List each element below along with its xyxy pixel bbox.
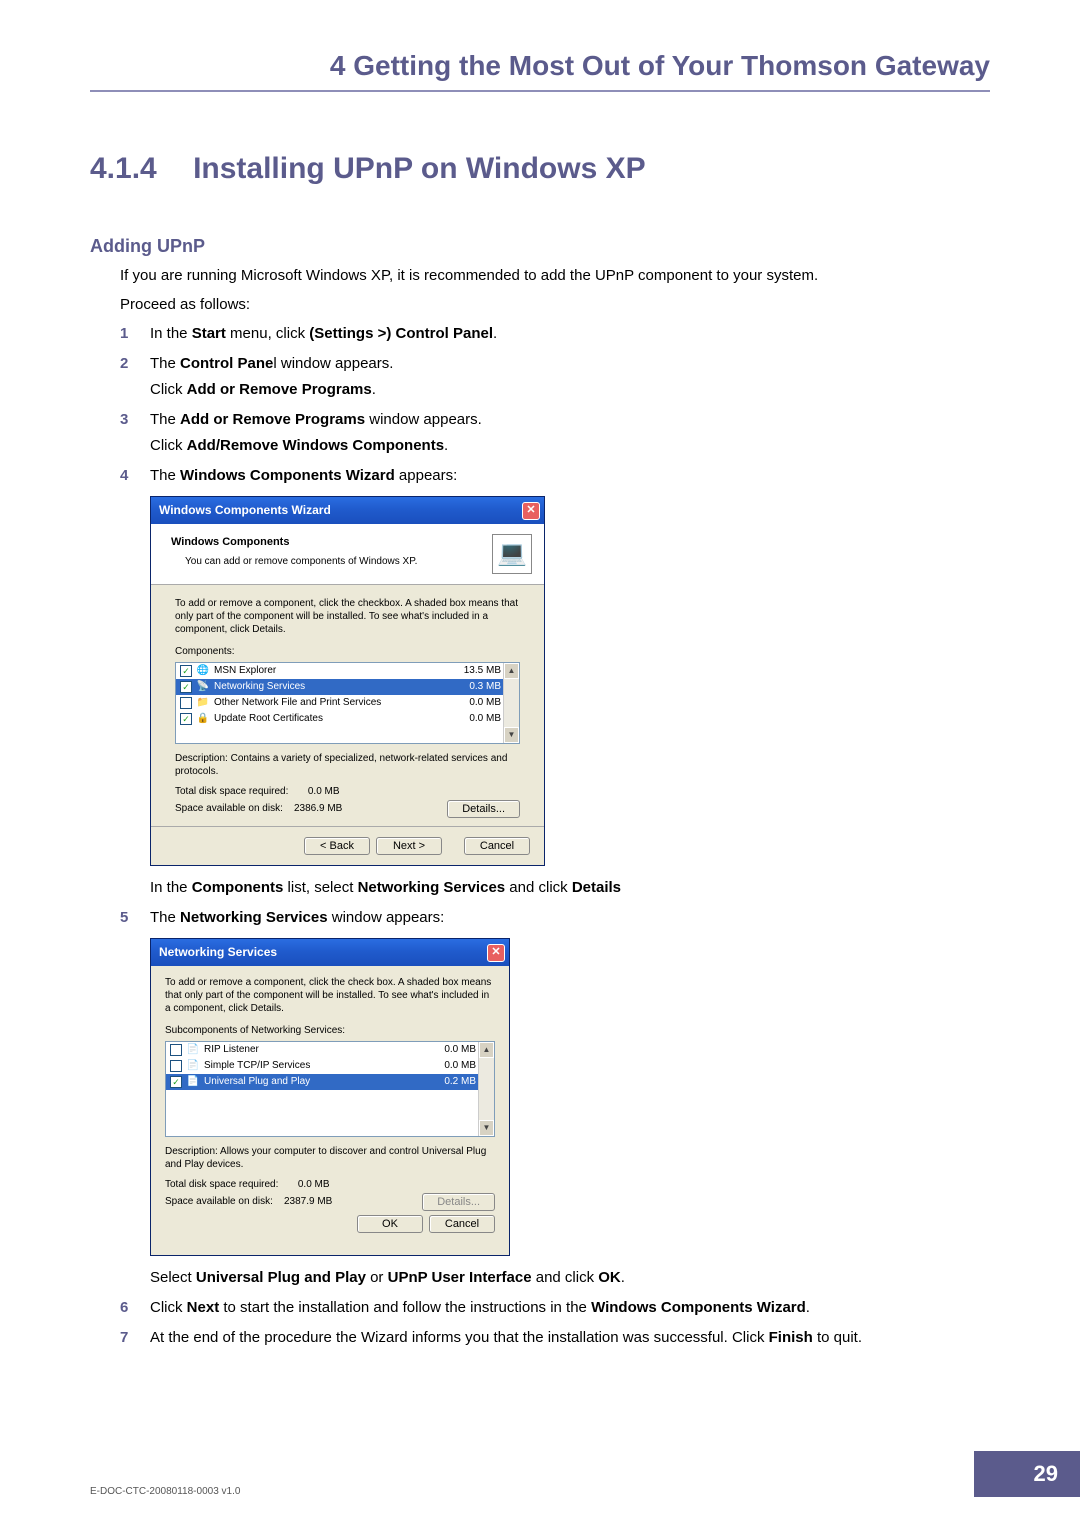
checkbox-icon[interactable]: ✓ (180, 681, 192, 693)
step-5: 5 The Networking Services window appears… (120, 906, 990, 1290)
scrollbar[interactable]: ▲ ▼ (478, 1042, 494, 1136)
close-icon[interactable]: ✕ (487, 944, 505, 962)
wizard-icon: 💻 (492, 534, 532, 574)
intro-paragraph-2: Proceed as follows: (120, 294, 990, 317)
components-listbox[interactable]: ✓ 🌐 MSN Explorer 13.5 MB ✓ 📡 Networking … (175, 662, 520, 744)
item-icon: 📄 (186, 1059, 200, 1073)
checkbox-icon[interactable]: ✓ (170, 1076, 182, 1088)
wizard-subtitle: You can add or remove components of Wind… (185, 554, 417, 570)
list-item[interactable]: ✓ 📄 Universal Plug and Play 0.2 MB (166, 1074, 494, 1090)
dialog-titlebar: Networking Services ✕ (151, 939, 509, 966)
dialog-title: Networking Services (159, 943, 277, 962)
checkbox-icon[interactable] (170, 1060, 182, 1072)
chapter-number: 4 (330, 50, 346, 81)
checkbox-icon[interactable] (180, 697, 192, 709)
item-icon: 📄 (186, 1075, 200, 1089)
intro-paragraph-1: If you are running Microsoft Windows XP,… (120, 265, 990, 288)
details-button[interactable]: Details... (447, 800, 520, 818)
windows-components-wizard-dialog: Windows Components Wizard ✕ Windows Comp… (150, 496, 545, 866)
cancel-button[interactable]: Cancel (464, 837, 530, 855)
page-number: 29 (974, 1451, 1080, 1497)
item-icon: 📡 (196, 680, 210, 694)
subhead-adding-upnp: Adding UPnP (90, 236, 990, 257)
step-7: 7 At the end of the procedure the Wizard… (120, 1326, 990, 1350)
section-title: Installing UPnP on Windows XP (193, 152, 646, 185)
checkbox-icon[interactable]: ✓ (180, 713, 192, 725)
checkbox-icon[interactable] (170, 1044, 182, 1056)
scroll-down-icon[interactable]: ▼ (479, 1120, 494, 1136)
item-icon: 🌐 (196, 664, 210, 678)
dialog-instructions: To add or remove a component, click the … (165, 976, 495, 1015)
list-item[interactable]: 📄 RIP Listener 0.0 MB (166, 1042, 494, 1058)
list-item[interactable]: ✓ 🌐 MSN Explorer 13.5 MB (176, 663, 519, 679)
steps-list: 1 In the Start menu, click (Settings >) … (120, 322, 990, 1350)
list-item[interactable]: 📁 Other Network File and Print Services … (176, 695, 519, 711)
step-3: 3 The Add or Remove Programs window appe… (120, 408, 990, 458)
chapter-header: 4 Getting the Most Out of Your Thomson G… (90, 50, 990, 92)
networking-services-dialog: Networking Services ✕ To add or remove a… (150, 938, 510, 1256)
components-label: Components: (175, 644, 520, 660)
scroll-up-icon[interactable]: ▲ (504, 663, 519, 679)
item-icon: 📄 (186, 1043, 200, 1057)
wizard-button-row: < Back Next > Cancel (151, 826, 544, 865)
wizard-header: Windows Components You can add or remove… (151, 524, 544, 585)
section-heading: 4.1.4 Installing UPnP on Windows XP (90, 152, 990, 186)
wizard-instructions: To add or remove a component, click the … (175, 597, 520, 636)
ok-button[interactable]: OK (357, 1215, 423, 1233)
cancel-button[interactable]: Cancel (429, 1215, 495, 1233)
disk-stats: Total disk space required: 0.0 MB Space … (175, 784, 342, 818)
list-item[interactable]: ✓ 📡 Networking Services 0.3 MB (176, 679, 519, 695)
back-button[interactable]: < Back (304, 837, 370, 855)
step-1: 1 In the Start menu, click (Settings >) … (120, 322, 990, 346)
scrollbar[interactable]: ▲ ▼ (503, 663, 519, 743)
description-row: Description: Allows your computer to dis… (165, 1145, 495, 1171)
close-icon[interactable]: ✕ (522, 502, 540, 520)
step-6: 6 Click Next to start the installation a… (120, 1296, 990, 1320)
subcomponents-listbox[interactable]: 📄 RIP Listener 0.0 MB 📄 Simple TCP/IP Se… (165, 1041, 495, 1137)
section-number: 4.1.4 (90, 152, 157, 185)
item-icon: 🔒 (196, 712, 210, 726)
disk-stats: Total disk space required: 0.0 MB Space … (165, 1177, 332, 1211)
checkbox-icon[interactable]: ✓ (180, 665, 192, 677)
page-footer: E-DOC-CTC-20080118-0003 v1.0 29 (90, 1451, 1080, 1497)
next-button[interactable]: Next > (376, 837, 442, 855)
scroll-up-icon[interactable]: ▲ (479, 1042, 494, 1058)
description-row: Description: Contains a variety of speci… (175, 752, 520, 778)
dialog-titlebar: Windows Components Wizard ✕ (151, 497, 544, 524)
document-code: E-DOC-CTC-20080118-0003 v1.0 (90, 1486, 240, 1497)
item-icon: 📁 (196, 696, 210, 710)
subcomponents-label: Subcomponents of Networking Services: (165, 1023, 495, 1039)
list-item[interactable]: 📄 Simple TCP/IP Services 0.0 MB (166, 1058, 494, 1074)
chapter-title: Getting the Most Out of Your Thomson Gat… (353, 50, 990, 81)
dialog-title: Windows Components Wizard (159, 501, 331, 520)
step-2: 2 The Control Panel window appears. Clic… (120, 352, 990, 402)
list-item[interactable]: ✓ 🔒 Update Root Certificates 0.0 MB (176, 711, 519, 727)
wizard-title: Windows Components (171, 534, 417, 552)
dialog-button-row: OK Cancel (165, 1211, 495, 1243)
step-4: 4 The Windows Components Wizard appears:… (120, 464, 990, 900)
details-button: Details... (422, 1193, 495, 1211)
scroll-down-icon[interactable]: ▼ (504, 727, 519, 743)
